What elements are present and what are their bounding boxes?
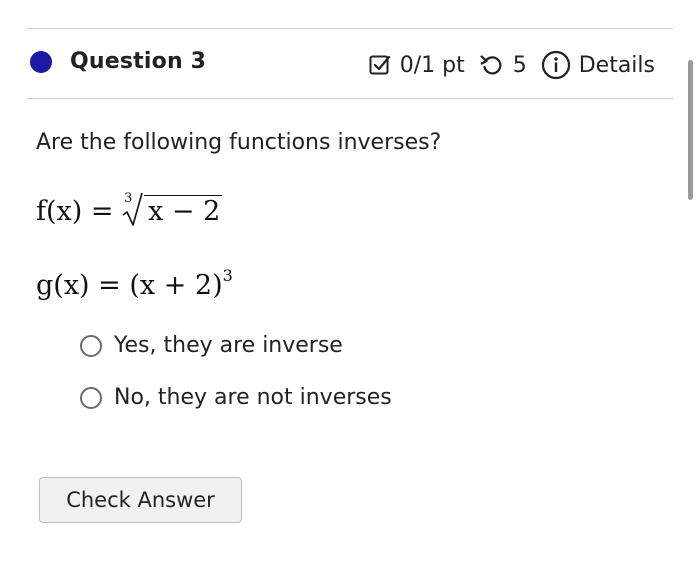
radio-yes[interactable] xyxy=(80,334,102,357)
header-divider xyxy=(27,98,673,99)
option-yes[interactable]: Yes, they are inverse xyxy=(80,333,343,358)
info-icon[interactable] xyxy=(541,50,571,80)
option-no-label: No, they are not inverses xyxy=(114,385,392,410)
retry-icon[interactable] xyxy=(479,53,505,77)
points-text: 0/1 pt xyxy=(399,52,465,78)
function-g-exponent: 3 xyxy=(222,266,233,285)
check-answer-button[interactable]: Check Answer xyxy=(39,477,242,523)
cube-root: 3 x − 2 xyxy=(122,191,223,227)
scrollbar[interactable] xyxy=(688,60,693,200)
checkbox-icon xyxy=(368,53,392,77)
radio-no[interactable] xyxy=(80,386,102,409)
function-g-expression: g(x) = (x + 2) xyxy=(36,270,223,301)
question-prompt: Are the following functions inverses? xyxy=(36,130,442,155)
option-no[interactable]: No, they are not inverses xyxy=(80,385,392,410)
function-f: f(x) = 3 x − 2 xyxy=(36,191,223,227)
question-title: Question 3 xyxy=(70,49,207,74)
question-page: Question 3 0/1 pt 5 Details Are the foll… xyxy=(0,0,700,573)
function-g: g(x) = (x + 2)3 xyxy=(36,266,233,301)
top-divider xyxy=(27,28,673,29)
attempts-count: 5 xyxy=(512,52,527,78)
option-yes-label: Yes, they are inverse xyxy=(114,333,343,358)
details-link[interactable]: Details xyxy=(579,53,655,78)
question-status-dot xyxy=(30,51,52,73)
function-f-lhs: f(x) = xyxy=(36,196,123,227)
radicand: x − 2 xyxy=(144,195,223,227)
question-meta: 0/1 pt 5 Details xyxy=(368,50,655,80)
root-index: 3 xyxy=(124,191,133,206)
question-header: Question 3 0/1 pt 5 Details xyxy=(27,40,673,92)
